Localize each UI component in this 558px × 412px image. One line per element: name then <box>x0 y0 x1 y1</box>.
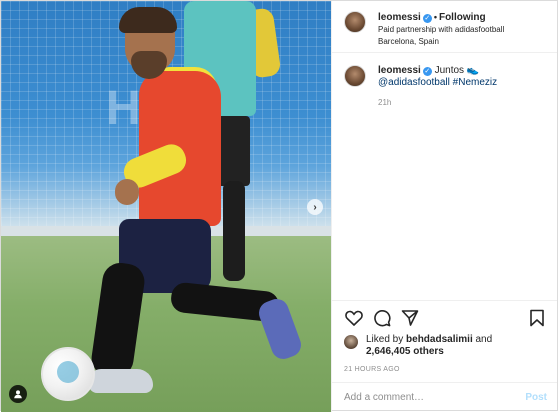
comments-section: leomessi ✓ Juntos 👟 @adidasfootball #Neme… <box>332 53 557 300</box>
caption-avatar[interactable] <box>344 65 366 87</box>
header-separator: • <box>433 12 437 22</box>
carousel-next-icon[interactable]: › <box>307 199 323 215</box>
bookmark-icon[interactable] <box>527 308 547 328</box>
likes-text: Liked by behdadsalimii and 2,646,405 oth… <box>366 334 492 358</box>
hashtag-link[interactable]: #Nemeziz <box>453 77 497 88</box>
heart-icon[interactable] <box>344 308 364 328</box>
player-hair <box>119 7 177 33</box>
instagram-post: H AR › <box>0 0 558 412</box>
paid-partnership-label[interactable]: Paid partnership with adidasfootball <box>378 24 504 36</box>
location-link[interactable]: Barcelona, Spain <box>378 36 504 48</box>
header-username[interactable]: leomessi <box>378 12 421 23</box>
share-icon[interactable] <box>400 308 420 328</box>
user-tag-glyph <box>14 390 22 399</box>
post-timestamp[interactable]: 21 HOURS AGO <box>332 358 557 382</box>
caption-comment: leomessi ✓ Juntos 👟 @adidasfootball #Neme… <box>344 65 547 109</box>
comment-input[interactable] <box>344 392 526 403</box>
likes-connector: and <box>475 334 493 345</box>
post-button[interactable]: Post <box>525 392 547 403</box>
comment-glyph <box>374 309 391 326</box>
liker-username[interactable]: behdadsalimii <box>406 334 473 345</box>
football <box>41 347 95 401</box>
heart-glyph <box>345 310 363 326</box>
mention-link[interactable]: @adidasfootball <box>378 77 450 88</box>
caption-username[interactable]: leomessi <box>378 65 421 76</box>
following-button[interactable]: Following <box>439 12 486 23</box>
verified-icon: ✓ <box>422 14 432 23</box>
liker-avatar[interactable] <box>344 335 358 349</box>
shoe-emoji: 👟 <box>466 65 480 76</box>
post-photo[interactable]: H AR › <box>1 1 331 412</box>
post-header: leomessi ✓ • Following Paid partnership wit… <box>332 1 557 53</box>
action-bar <box>332 300 557 334</box>
verified-icon: ✓ <box>422 67 432 76</box>
player-left-boot <box>89 369 153 393</box>
likes-count[interactable]: 2,646,405 others <box>366 346 444 357</box>
comment-icon[interactable] <box>372 308 392 328</box>
avatar[interactable] <box>344 11 366 33</box>
liked-by-label: Liked by <box>366 334 404 345</box>
post-details-panel: leomessi ✓ • Following Paid partnership wit… <box>331 1 557 412</box>
add-comment-bar: Post <box>332 382 557 412</box>
user-tag-icon[interactable] <box>9 385 27 403</box>
likes-summary: Liked by behdadsalimii and 2,646,405 oth… <box>332 334 557 358</box>
header-text: leomessi ✓ • Following Paid partnership wit… <box>378 11 504 48</box>
caption-time[interactable]: 21h <box>378 97 497 109</box>
player-hand <box>115 179 139 205</box>
bookmark-glyph <box>530 309 544 326</box>
share-glyph <box>401 309 419 326</box>
background-player-legs <box>223 181 245 281</box>
caption-text: Juntos <box>434 65 465 76</box>
caption-body: leomessi ✓ Juntos 👟 @adidasfootball #Neme… <box>378 65 497 109</box>
